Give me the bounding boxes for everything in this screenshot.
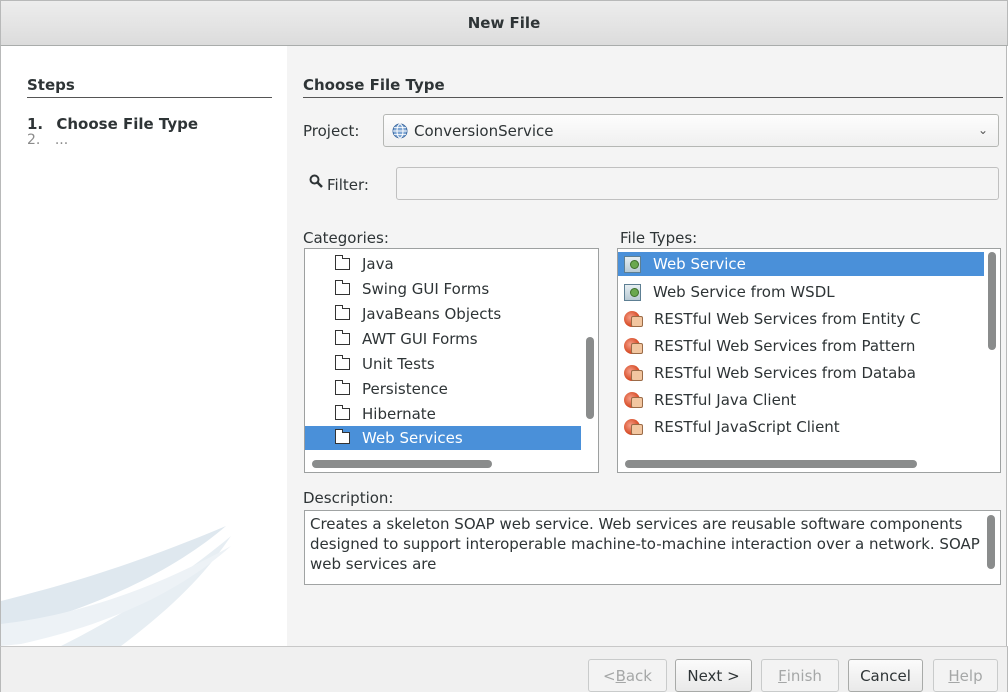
category-label: Hibernate — [362, 405, 436, 423]
filter-input[interactable] — [396, 167, 999, 200]
folder-icon — [335, 255, 350, 270]
restful-icon — [624, 419, 643, 435]
description-label: Description: — [303, 489, 394, 507]
folder-icon — [335, 405, 350, 420]
file-type-item-selected[interactable]: Web Service — [618, 252, 984, 276]
description-text: Creates a skeleton SOAP web service. Web… — [304, 510, 1001, 585]
file-types-list[interactable]: Web Service Web Service from WSDL RESTfu… — [617, 248, 1001, 473]
button-bar: < Back Next > Finish Cancel Help — [0, 646, 1008, 692]
restful-icon — [624, 392, 643, 408]
step-2-number: 2. — [27, 132, 41, 148]
file-types-label: File Types: — [620, 229, 698, 247]
category-item[interactable]: Unit Tests — [305, 352, 585, 376]
web-service-icon — [624, 283, 641, 301]
cancel-button[interactable]: Cancel — [848, 659, 923, 692]
categories-label: Categories: — [303, 229, 389, 247]
chevron-down-icon: ⌄ — [977, 123, 988, 137]
file-type-label: RESTful Web Services from Databa — [654, 364, 917, 382]
category-item[interactable]: Persistence — [305, 377, 585, 401]
step-1-number: 1. — [27, 115, 44, 133]
category-item[interactable]: Hibernate — [305, 402, 585, 426]
help-mnemonic: H — [948, 666, 960, 685]
category-item[interactable]: AWT GUI Forms — [305, 327, 585, 351]
folder-icon — [335, 355, 350, 370]
panel-title: Choose File Type — [303, 76, 1003, 98]
category-label: Web Services — [362, 429, 463, 447]
folder-icon — [335, 280, 350, 295]
file-type-label: Web Service — [653, 255, 746, 273]
file-types-horizontal-scrollbar[interactable] — [625, 460, 917, 468]
restful-icon — [624, 338, 643, 354]
category-label: Unit Tests — [362, 355, 435, 373]
file-type-label: RESTful Web Services from Pattern — [654, 337, 916, 355]
restful-icon — [624, 311, 643, 327]
cancel-label: Cancel — [860, 666, 911, 685]
categories-list[interactable]: Java Swing GUI Forms JavaBeans Objects A… — [304, 248, 599, 473]
category-label: Swing GUI Forms — [362, 280, 490, 298]
file-type-item[interactable]: RESTful Web Services from Databa — [618, 361, 984, 385]
file-type-item[interactable]: Web Service from WSDL — [618, 280, 984, 304]
category-item[interactable]: Swing GUI Forms — [305, 277, 585, 301]
step-2-label: ... — [54, 132, 69, 148]
help-rest: elp — [959, 666, 983, 685]
web-service-icon — [624, 255, 641, 273]
finish-button[interactable]: Finish — [761, 659, 839, 692]
project-label: Project: — [303, 122, 360, 140]
folder-icon — [335, 380, 350, 395]
file-type-item[interactable]: RESTful Web Services from Pattern — [618, 334, 984, 358]
file-type-label: RESTful JavaScript Client — [654, 418, 840, 436]
window-title-bar[interactable]: New File — [0, 0, 1008, 46]
back-rest: ack — [625, 666, 652, 685]
next-button[interactable]: Next > — [675, 659, 752, 692]
help-button[interactable]: Help — [933, 659, 998, 692]
description-body: Creates a skeleton SOAP web service. Web… — [310, 515, 980, 573]
category-label: AWT GUI Forms — [362, 330, 478, 348]
step-2: 2. ... — [27, 132, 68, 148]
file-types-vertical-scrollbar[interactable] — [988, 252, 996, 350]
next-label: Next > — [687, 666, 740, 685]
folder-icon — [335, 305, 350, 320]
file-type-item[interactable]: RESTful JavaScript Client — [618, 415, 984, 439]
description-vertical-scrollbar[interactable] — [987, 515, 995, 569]
finish-mnemonic: F — [778, 666, 787, 685]
file-type-item[interactable]: RESTful Java Client — [618, 388, 984, 412]
finish-rest: inish — [786, 666, 822, 685]
file-type-label: Web Service from WSDL — [653, 283, 835, 301]
folder-icon — [335, 429, 350, 444]
back-mnemonic: B — [615, 666, 626, 685]
categories-vertical-scrollbar[interactable] — [586, 337, 594, 419]
filter-label: Filter: — [327, 176, 369, 194]
category-item[interactable]: Java — [305, 252, 585, 276]
restful-icon — [624, 365, 643, 381]
step-1: 1. Choose File Type — [27, 115, 198, 133]
back-prefix: < — [602, 666, 616, 685]
category-label: JavaBeans Objects — [362, 305, 502, 323]
steps-heading: Steps — [27, 76, 272, 98]
project-value: ConversionService — [414, 121, 554, 140]
file-type-item[interactable]: RESTful Web Services from Entity C — [618, 307, 984, 331]
file-type-label: RESTful Web Services from Entity C — [654, 310, 921, 328]
folder-icon — [335, 330, 350, 345]
category-label: Persistence — [362, 380, 448, 398]
back-button[interactable]: < Back — [588, 659, 667, 692]
decorative-wave-graphic — [1, 526, 231, 646]
step-1-label: Choose File Type — [56, 115, 199, 133]
categories-horizontal-scrollbar[interactable] — [312, 460, 492, 468]
project-select[interactable]: ConversionService ⌄ — [383, 114, 999, 147]
category-item[interactable]: JavaBeans Objects — [305, 302, 585, 326]
category-label: Java — [362, 255, 394, 273]
steps-panel: Steps 1. Choose File Type 2. ... — [0, 46, 288, 646]
file-type-label: RESTful Java Client — [654, 391, 797, 409]
search-icon — [309, 174, 323, 188]
category-item-selected[interactable]: Web Services — [305, 426, 581, 450]
window-title: New File — [467, 14, 541, 32]
globe-icon — [392, 123, 408, 138]
